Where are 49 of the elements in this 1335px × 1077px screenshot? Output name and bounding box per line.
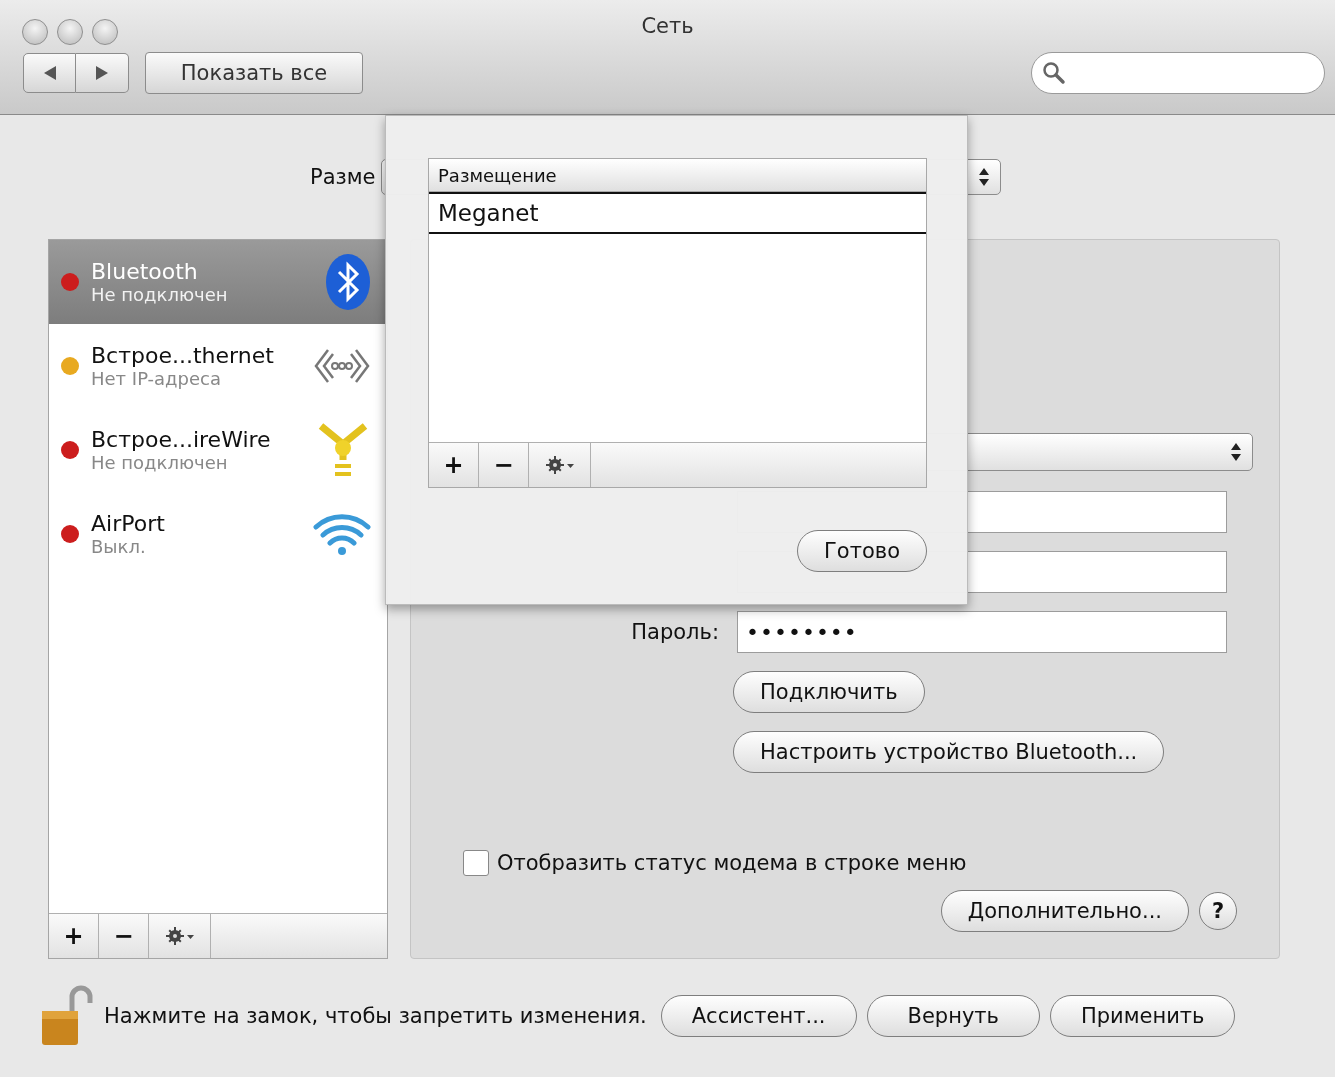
service-status: Нет IP-адреса [91,368,222,389]
connect-button[interactable]: Подключить [733,671,925,713]
service-name: AirPort [91,511,166,536]
add-button[interactable]: + [49,914,99,958]
service-name: Встрое...ireWire [91,427,272,452]
gear-icon [544,455,575,475]
password-field[interactable]: •••••••• [737,611,1227,653]
footer-button[interactable]: Вернуть [866,995,1040,1037]
column-header: Размещение [429,159,926,192]
service-item[interactable]: Встрое...ireWire Не подключен [49,408,387,492]
location-row[interactable]: Meganet [429,192,926,234]
close-button[interactable] [22,19,48,45]
window-title: Сеть [641,14,694,38]
gear-icon [164,926,195,946]
search-field[interactable] [1031,52,1325,94]
checkbox[interactable] [463,850,489,876]
password-label: Пароль: [631,620,719,644]
footer-button[interactable]: Применить [1049,995,1236,1037]
stepper-arrows-icon [978,166,991,188]
remove-button[interactable]: − [479,443,529,487]
service-name: Bluetooth [91,259,199,284]
service-status: Не подключен [91,452,229,473]
left-triangle-icon [42,65,57,81]
setup-bluetooth-button[interactable]: Настроить устройство Bluetooth... [733,731,1165,773]
open-padlock-icon [40,985,94,1047]
right-triangle-icon [95,65,109,81]
forward-button[interactable] [76,53,129,93]
checkbox-label: Отобразить статус модема в строке меню [497,851,967,875]
lock-hint-text: Нажмите на замок, чтобы запретить изменения. [104,1004,647,1028]
bluetooth-icon [325,253,371,311]
add-button[interactable]: + [429,443,479,487]
help-button[interactable]: ? [1199,892,1237,930]
back-button[interactable] [23,53,76,93]
service-name: Встрое...thernet [91,343,275,368]
stepper-arrows-icon [1230,441,1242,463]
done-button[interactable]: Готово [797,530,927,572]
service-item[interactable]: Встрое...thernet Нет IP-адреса [49,324,387,408]
service-item[interactable]: AirPort Выкл. [49,492,387,576]
zoom-button[interactable] [92,19,118,45]
advanced-button[interactable]: Дополнительно... [940,890,1189,932]
service-status: Не подключен [91,284,229,305]
remove-button[interactable]: − [99,914,149,958]
footer-button[interactable]: Ассистент... [660,995,857,1037]
minimize-button[interactable] [57,19,83,45]
location-label: Разме [310,165,376,189]
wifi-icon [313,511,371,557]
show-all-button[interactable]: Показать все [145,52,363,94]
search-icon [1042,61,1066,85]
service-status: Выкл. [91,536,147,557]
